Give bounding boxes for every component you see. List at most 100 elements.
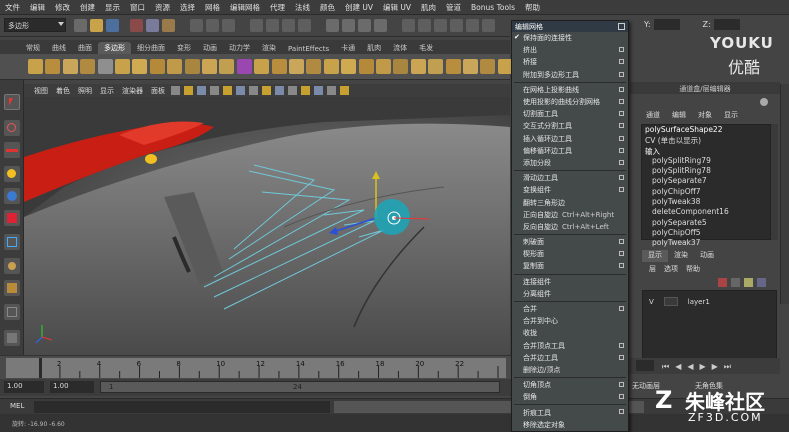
input-line-icon[interactable] <box>450 19 463 32</box>
menubar-item[interactable]: 编辑 UV <box>378 2 416 13</box>
menu-title-bar[interactable]: 编辑网格 <box>512 21 628 32</box>
viewport-3d[interactable] <box>24 97 510 355</box>
shelf-tab[interactable]: PaintEffects <box>282 44 335 54</box>
shelf-tool-icon[interactable] <box>97 59 113 74</box>
shelf-tool-icon[interactable] <box>323 59 339 74</box>
menubar-item[interactable]: 肌肉 <box>416 2 441 13</box>
option-box-icon[interactable] <box>619 354 624 360</box>
shelf-tab[interactable]: 曲面 <box>72 42 98 54</box>
viewport-menu-item[interactable]: 渲染器 <box>118 86 147 96</box>
option-box-icon[interactable] <box>619 47 624 53</box>
menubar-item[interactable]: 法线 <box>290 2 315 13</box>
snap-grid-icon[interactable] <box>250 19 263 32</box>
viewport-toolbar-icon[interactable] <box>327 86 336 95</box>
start-time-field[interactable]: 1.00 <box>4 381 44 393</box>
option-box-icon[interactable] <box>619 123 624 129</box>
help-icon[interactable] <box>760 98 768 106</box>
viewport-toolbar-icon[interactable] <box>197 86 206 95</box>
viewport-toolbar-icon[interactable] <box>314 86 323 95</box>
shelf-tab[interactable]: 流体 <box>387 42 413 54</box>
menu-item[interactable]: 倒角 <box>512 391 628 403</box>
option-box-icon[interactable] <box>619 382 624 388</box>
input-line-icon[interactable] <box>434 19 447 32</box>
shelf-tab[interactable]: 常规 <box>20 42 46 54</box>
render-settings-icon[interactable] <box>374 19 387 32</box>
select-component-icon[interactable] <box>162 19 175 32</box>
input-line-icon[interactable] <box>402 19 415 32</box>
menu-item[interactable]: 滑动边工具 <box>512 172 628 184</box>
mask-icon[interactable] <box>222 19 235 32</box>
shelf-tool-icon[interactable] <box>428 59 444 74</box>
viewport-toolbar-icon[interactable] <box>184 86 193 95</box>
shelf-tab[interactable]: 卡通 <box>335 42 361 54</box>
menu-item[interactable]: 收拢 <box>512 327 628 339</box>
playback-buttons[interactable]: ⏮◀◀▶▶⏭ <box>662 362 737 372</box>
current-time-field[interactable] <box>636 360 654 371</box>
option-box-icon[interactable] <box>619 147 624 153</box>
option-box-icon[interactable] <box>619 159 624 165</box>
menu-item[interactable]: 使用投影的曲线分割网格 <box>512 96 628 108</box>
option-box-icon[interactable] <box>619 409 624 415</box>
menu-item[interactable]: 合并边工具 <box>512 352 628 364</box>
menubar-item[interactable]: 编辑 <box>25 2 50 13</box>
shelf-tab[interactable]: 毛发 <box>413 42 439 54</box>
shelf-tool-icon[interactable] <box>219 59 235 74</box>
viewport-menu-item[interactable]: 面板 <box>147 86 169 96</box>
input-line-icon[interactable] <box>418 19 431 32</box>
channel-box-list[interactable]: polySurfaceShape22 CV (单击以显示) 输入 polySplitR… <box>641 124 771 247</box>
viewport-menu-item[interactable]: 照明 <box>74 86 96 96</box>
menubar-item[interactable]: 资源 <box>150 2 175 13</box>
menubar-item[interactable]: 窗口 <box>125 2 150 13</box>
shelf-tab[interactable]: 渲染 <box>256 42 282 54</box>
snap-point-icon[interactable] <box>282 19 295 32</box>
shelf-tool-icon[interactable] <box>149 59 165 74</box>
menu-item[interactable]: 反向自旋边 Ctrl+Alt+Left <box>512 221 628 233</box>
select-object-icon[interactable] <box>146 19 159 32</box>
shelf-tab[interactable]: 多边形 <box>98 42 131 54</box>
menu-item[interactable]: 偏移循环边工具 <box>512 145 628 157</box>
new-scene-icon[interactable] <box>74 19 87 32</box>
new-layer-icon[interactable] <box>718 278 727 287</box>
option-box-icon[interactable] <box>619 251 624 257</box>
history-icon[interactable] <box>326 19 339 32</box>
shelf-tab[interactable]: 动力学 <box>223 42 256 54</box>
viewport-menu-item[interactable]: 视图 <box>30 86 52 96</box>
viewport-toolbar-icon[interactable] <box>262 86 271 95</box>
menubar-item[interactable]: 管道 <box>441 2 466 13</box>
shelf-tool-icon[interactable] <box>480 59 496 74</box>
shelf-tool-icon[interactable] <box>410 59 426 74</box>
last-tool-icon[interactable] <box>4 280 20 296</box>
menubar-item[interactable]: 帮助 <box>520 2 545 13</box>
move-tool-icon[interactable] <box>4 166 20 182</box>
snap-plane-icon[interactable] <box>298 19 311 32</box>
viewport-menu-item[interactable]: 着色 <box>52 86 74 96</box>
shelf-tool-icon[interactable] <box>358 59 374 74</box>
snap-curve-icon[interactable] <box>266 19 279 32</box>
layer-icon[interactable] <box>757 278 766 287</box>
menu-item[interactable]: 楔形面 <box>512 248 628 260</box>
layout-icon[interactable] <box>4 304 20 320</box>
layer-visibility-toggle[interactable]: V <box>649 298 654 306</box>
layer-icon[interactable] <box>744 278 753 287</box>
select-tool-icon[interactable] <box>4 94 20 110</box>
close-icon[interactable] <box>618 23 625 30</box>
scale-tool-icon[interactable] <box>4 210 20 226</box>
soft-mod-tool-icon[interactable] <box>4 258 20 274</box>
shelf-tool-icon[interactable] <box>463 59 478 74</box>
layer-icon[interactable] <box>731 278 740 287</box>
menu-item[interactable]: 交互式分割工具 <box>512 120 628 132</box>
shelf-tab[interactable]: 变形 <box>171 42 197 54</box>
input-node[interactable]: deleteComponent16 <box>642 207 770 217</box>
option-box-icon[interactable] <box>619 86 624 92</box>
mel-input[interactable] <box>34 401 330 413</box>
shelf-tool-icon[interactable] <box>236 59 252 74</box>
input-node[interactable]: polySplitRing78 <box>642 166 770 176</box>
menubar-item[interactable]: 颜色 <box>315 2 340 13</box>
save-scene-icon[interactable] <box>106 19 119 32</box>
render-icon[interactable] <box>342 19 355 32</box>
menu-item[interactable]: 附加到多边形工具 <box>512 69 628 81</box>
shelf-tool-icon[interactable] <box>393 59 409 74</box>
option-box-icon[interactable] <box>619 135 624 141</box>
option-box-icon[interactable] <box>619 342 624 348</box>
mask-icon[interactable] <box>190 19 203 32</box>
